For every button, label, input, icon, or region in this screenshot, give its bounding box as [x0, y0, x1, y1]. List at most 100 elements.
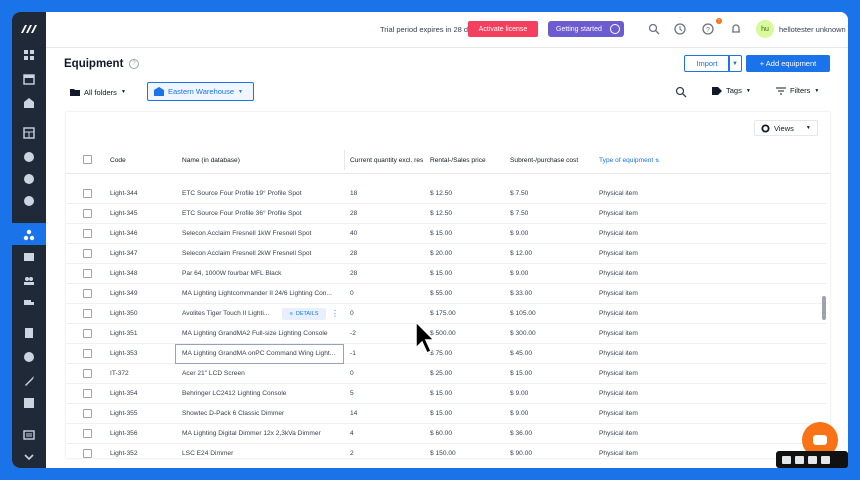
table-row[interactable]: Light-350 Avolites Tiger Touch II Lighti.… [66, 304, 826, 324]
cell-name[interactable]: Par 64, 1000W fourbar MFL Black [182, 270, 344, 277]
table-row[interactable]: Light-354 Behringer LC2412 Lighting Conso… [66, 384, 826, 404]
row-checkbox[interactable] [83, 409, 92, 418]
import-button[interactable]: Import [684, 55, 730, 72]
cell-name[interactable]: Avolites Tiger Touch II Lighti... [182, 310, 278, 317]
activity-icon[interactable] [674, 23, 686, 35]
column-header-type[interactable]: Type of equipment ⇅ [599, 157, 659, 164]
column-header-rent[interactable]: Rental-/Sales price [430, 157, 486, 164]
cell-name[interactable]: Acer 21" LCD Screen [182, 370, 344, 377]
getting-started-button[interactable]: Getting started [548, 21, 624, 37]
help-icon[interactable]: ? [129, 59, 139, 69]
cell-name[interactable]: MA Lighting Digital Dimmer 12x 2,3kVa Di… [182, 430, 344, 437]
username[interactable]: hellotester unknown [779, 25, 846, 34]
table-row[interactable]: Light-345 ETC Source Four Profile 36° Pro… [66, 204, 826, 224]
scrollbar[interactable] [822, 296, 826, 320]
search-icon[interactable] [648, 23, 660, 35]
calendar-icon[interactable] [22, 72, 36, 86]
row-checkbox[interactable] [83, 389, 92, 398]
crew-icon[interactable] [22, 250, 36, 264]
cell-name[interactable]: LSC E24 Dimmer [182, 450, 344, 457]
select-all-checkbox[interactable] [83, 155, 92, 164]
table-row[interactable]: Light-347 Selecon Acclaim Fresnell 2kW Fr… [66, 244, 826, 264]
sidebar-item-equipment[interactable] [12, 223, 46, 245]
row-checkbox[interactable] [83, 209, 92, 218]
column-header-qty[interactable]: Current quantity excl. res [350, 157, 423, 164]
warehouse-icon[interactable] [22, 96, 36, 110]
cell-name[interactable]: Behringer LC2412 Lighting Console [182, 390, 344, 397]
column-header-name[interactable]: Name (in database) [182, 157, 240, 164]
cell-sub: $ 15.00 [510, 370, 532, 377]
table-icon[interactable] [22, 126, 36, 140]
trial-notice: Trial period expires in 28 days [380, 25, 480, 34]
folders-dropdown[interactable]: All folders ▼ [66, 83, 139, 101]
row-checkbox[interactable] [83, 249, 92, 258]
cell-name[interactable]: ETC Source Four Profile 19° Profile Spot [182, 190, 344, 197]
more-options-icon[interactable]: ⋮ [330, 308, 340, 320]
cell-name[interactable]: Selecon Acclaim Fresnell 1kW Fresnell Sp… [182, 230, 344, 237]
transfer-icon[interactable] [22, 172, 36, 186]
warehouse-dropdown[interactable]: Eastern Warehouse ▼ [147, 82, 254, 101]
table-row[interactable]: Light-344 ETC Source Four Profile 19° Pro… [66, 184, 826, 204]
table-row[interactable]: Light-351 MA Lighting GrandMA2 Full-size … [66, 324, 826, 344]
table-row[interactable]: Light-356 MA Lighting Digital Dimmer 12x … [66, 424, 826, 444]
import-dropdown-button[interactable]: ▼ [728, 55, 742, 72]
row-checkbox[interactable] [83, 329, 92, 338]
app-logo[interactable] [20, 24, 38, 34]
caret-down-icon: ▼ [814, 87, 820, 94]
row-checkbox[interactable] [83, 269, 92, 278]
reports-icon[interactable] [22, 396, 36, 410]
cell-type: Physical item [599, 370, 638, 377]
cell-name[interactable]: MA Lighting GrandMA onPC Command Wing Li… [182, 350, 344, 357]
cell-sub: $ 7.50 [510, 210, 529, 217]
video-icon[interactable] [795, 455, 804, 464]
truck-icon[interactable] [22, 296, 36, 310]
wrench-icon[interactable] [22, 374, 36, 388]
help-circle-icon[interactable]: ? [702, 23, 714, 35]
clock-icon[interactable] [22, 350, 36, 364]
table-row[interactable]: Light-348 Par 64, 1000W fourbar MFL Black… [66, 264, 826, 284]
dashboard-icon[interactable] [22, 48, 36, 62]
users-icon[interactable] [22, 274, 36, 288]
details-button[interactable]: ≡ DETAILS [282, 308, 326, 320]
row-checkbox[interactable] [83, 189, 92, 198]
tags-dropdown[interactable]: Tags ▼ [712, 86, 751, 95]
column-header-code[interactable]: Code [110, 157, 126, 164]
cell-name[interactable]: Showtec D-Pack 6 Classic Dimmer [182, 410, 344, 417]
cell-type: Physical item [599, 270, 638, 277]
inbox-icon[interactable] [22, 428, 36, 442]
row-checkbox[interactable] [83, 289, 92, 298]
filters-dropdown[interactable]: Filters ▼ [776, 86, 819, 95]
column-header-sub[interactable]: Subrent-/purchase cost [510, 157, 578, 164]
contact-icon[interactable] [22, 150, 36, 164]
camera-icon[interactable] [782, 455, 791, 464]
table-row[interactable]: Light-355 Showtec D-Pack 6 Classic Dimmer… [66, 404, 826, 424]
cell-name[interactable]: MA Lighting GrandMA2 Full-size Lighting … [182, 330, 344, 337]
row-checkbox[interactable] [83, 349, 92, 358]
cell-name[interactable]: Selecon Acclaim Fresnell 2kW Fresnell Sp… [182, 250, 344, 257]
expand-icon[interactable] [22, 450, 36, 464]
add-equipment-button[interactable]: + Add equipment [746, 55, 830, 72]
table-row[interactable]: IT-372 Acer 21" LCD Screen 0 $ 25.00 $ 15.00… [66, 364, 826, 384]
avatar[interactable]: hu [756, 20, 774, 38]
window-icon[interactable] [808, 455, 817, 464]
row-checkbox[interactable] [83, 229, 92, 238]
clipboard-icon[interactable] [22, 326, 36, 340]
cell-name[interactable]: MA Lighting Lightcommander II 24/6 Light… [182, 290, 344, 297]
row-checkbox[interactable] [83, 429, 92, 438]
dollar-icon[interactable] [22, 194, 36, 208]
activate-license-button[interactable]: Activate license [468, 21, 538, 37]
table-search-icon[interactable] [675, 86, 687, 98]
bell-icon[interactable] [730, 23, 742, 35]
cell-rent: $ 75.00 [430, 350, 452, 357]
views-dropdown[interactable]: Views ▼ [754, 120, 818, 136]
table-row[interactable]: Light-349 MA Lighting Lightcommander II 2… [66, 284, 826, 304]
column-divider[interactable] [344, 150, 345, 170]
row-checkbox[interactable] [83, 309, 92, 318]
table-row[interactable]: Light-352 LSC E24 Dimmer 2 $ 150.00 $ 90.00 P… [66, 444, 826, 458]
table-row[interactable]: Light-346 Selecon Acclaim Fresnell 1kW Fr… [66, 224, 826, 244]
settings-icon[interactable] [821, 455, 830, 464]
row-checkbox[interactable] [83, 369, 92, 378]
table-row[interactable]: Light-353 MA Lighting GrandMA onPC Comman… [66, 344, 826, 364]
row-checkbox[interactable] [83, 449, 92, 458]
cell-name[interactable]: ETC Source Four Profile 36° Profile Spot [182, 210, 344, 217]
